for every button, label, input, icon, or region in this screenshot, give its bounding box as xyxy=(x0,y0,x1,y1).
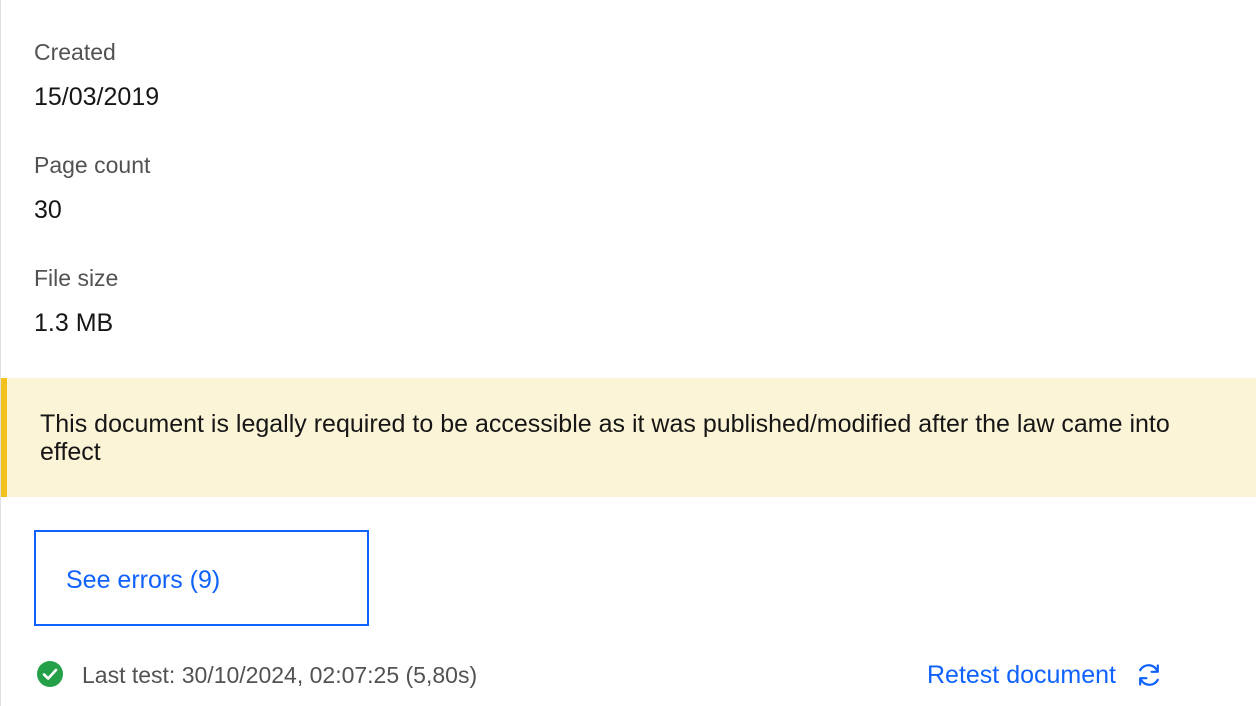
retest-document-button[interactable]: Retest document xyxy=(927,657,1164,693)
created-label: Created xyxy=(34,39,116,65)
check-circle-icon xyxy=(37,661,63,687)
refresh-icon xyxy=(1139,664,1159,686)
see-errors-button[interactable]: See errors (9) xyxy=(34,530,369,626)
notice-text: This document is legally required to be … xyxy=(40,410,1170,466)
last-test-status: Last test: 30/10/2024, 02:07:25 (5,80s) … xyxy=(34,657,1224,693)
last-test-text: Last test: 30/10/2024, 02:07:25 (5,80s) xyxy=(82,662,478,688)
document-details-panel: Created 15/03/2019 Page count 30 File si… xyxy=(0,0,1256,706)
page-count-value: 30 xyxy=(34,196,62,224)
file-size-label: File size xyxy=(34,265,119,291)
see-errors-label: See errors (9) xyxy=(66,566,221,594)
legal-requirement-notice: This document is legally required to be … xyxy=(1,378,1256,497)
created-value: 15/03/2019 xyxy=(34,83,160,111)
retest-label: Retest document xyxy=(927,661,1116,689)
file-size-value: 1.3 MB xyxy=(34,309,114,337)
page-count-label: Page count xyxy=(34,152,151,178)
